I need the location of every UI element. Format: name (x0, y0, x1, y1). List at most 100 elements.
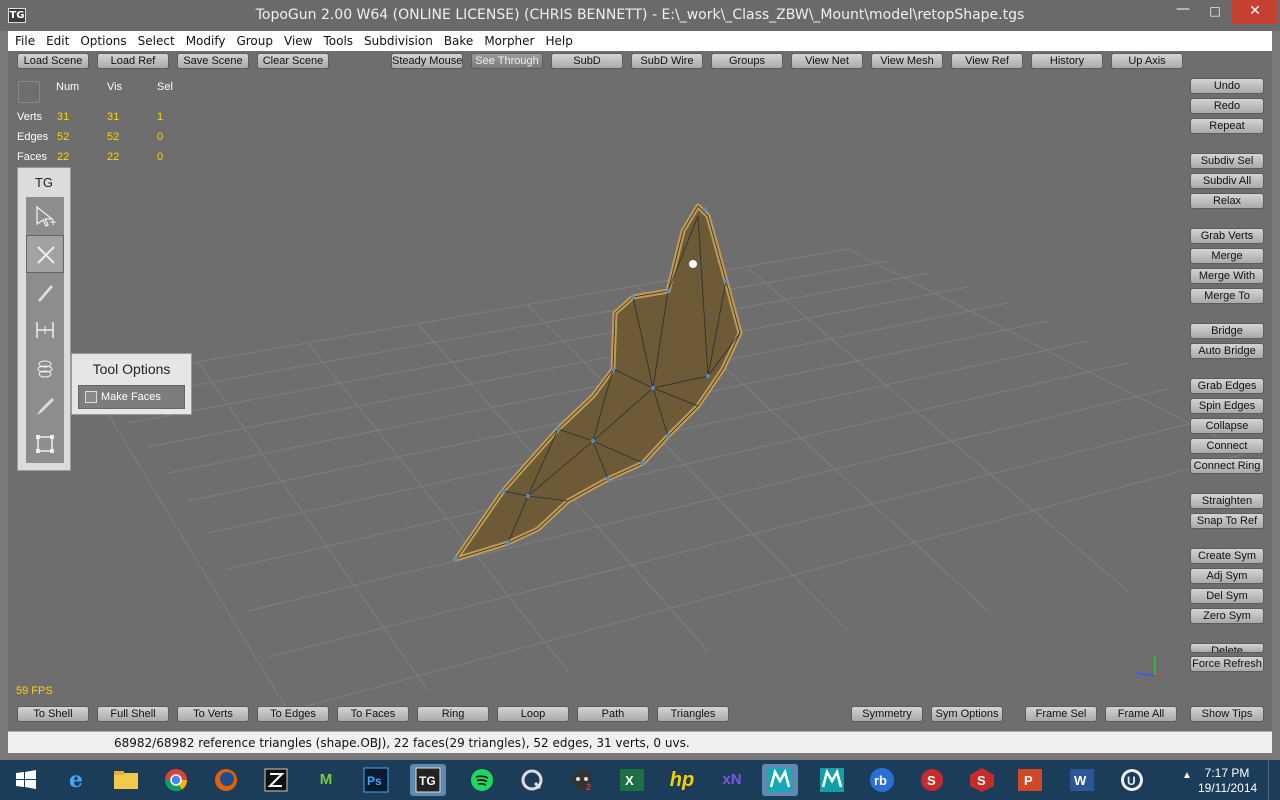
menu-bake[interactable]: Bake (444, 34, 474, 48)
ring-button[interactable]: Ring (417, 706, 489, 722)
merge-with-button[interactable]: Merge With (1190, 268, 1264, 284)
grab-verts-button[interactable]: Grab Verts (1190, 228, 1264, 244)
menu-tools[interactable]: Tools (323, 34, 353, 48)
history-button[interactable]: History (1031, 53, 1103, 69)
connect-button[interactable]: Connect (1190, 438, 1264, 454)
menu-group[interactable]: Group (236, 34, 273, 48)
clear-scene-button[interactable]: Clear Scene (257, 53, 329, 69)
symmetry-button[interactable]: Symmetry (851, 706, 923, 722)
grab-edges-button[interactable]: Grab Edges (1190, 378, 1264, 394)
auto-bridge-button[interactable]: Auto Bridge (1190, 343, 1264, 359)
file-explorer-icon[interactable] (108, 764, 144, 796)
redo-button[interactable]: Redo (1190, 98, 1264, 114)
viewport-3d[interactable]: Load Scene Load Ref Save Scene Clear Sce… (8, 51, 1272, 731)
relax-button[interactable]: Relax (1190, 193, 1264, 209)
chrome-icon[interactable] (158, 764, 194, 796)
app-mask-icon[interactable]: 2 (564, 764, 600, 796)
menu-subdivision[interactable]: Subdivision (364, 34, 433, 48)
undo-button[interactable]: Undo (1190, 78, 1264, 94)
menu-morpher[interactable]: Morpher (484, 34, 534, 48)
force-refresh-button[interactable]: Force Refresh (1190, 656, 1264, 672)
make-faces-checkbox[interactable]: Make Faces (78, 385, 185, 409)
spin-edges-button[interactable]: Spin Edges (1190, 398, 1264, 414)
straighten-button[interactable]: Straighten (1190, 493, 1264, 509)
load-scene-button[interactable]: Load Scene (17, 53, 89, 69)
create-sym-button[interactable]: Create Sym (1190, 548, 1264, 564)
see-through-button[interactable]: See Through (471, 53, 543, 69)
up-axis-button[interactable]: Up Axis (1111, 53, 1183, 69)
merge-to-button[interactable]: Merge To (1190, 288, 1264, 304)
loop-button[interactable]: Loop (497, 706, 569, 722)
menu-file[interactable]: File (15, 34, 35, 48)
close-icon[interactable]: ✕ (1232, 0, 1278, 24)
view-mesh-button[interactable]: View Mesh (871, 53, 943, 69)
zbrush-icon[interactable] (258, 764, 294, 796)
bridge-tool-icon[interactable] (26, 311, 64, 349)
steady-mouse-button[interactable]: Steady Mouse (391, 53, 463, 69)
firefox-icon[interactable] (208, 764, 244, 796)
windows-start-icon[interactable] (8, 764, 44, 796)
show-tips-button[interactable]: Show Tips (1190, 706, 1264, 722)
menu-help[interactable]: Help (545, 34, 572, 48)
to-edges-button[interactable]: To Edges (257, 706, 329, 722)
subdiv-sel-button[interactable]: Subdiv Sel (1190, 153, 1264, 169)
rb-app-icon[interactable]: rb (864, 764, 900, 796)
maximize-icon[interactable]: □ (1200, 0, 1230, 24)
menu-modify[interactable]: Modify (186, 34, 226, 48)
connect-ring-button[interactable]: Connect Ring (1190, 458, 1264, 474)
topogun-icon[interactable]: TG (410, 764, 446, 796)
repeat-button[interactable]: Repeat (1190, 118, 1264, 134)
subd-button[interactable]: SubD (551, 53, 623, 69)
menu-options[interactable]: Options (80, 34, 126, 48)
maya-lt-icon[interactable] (762, 764, 798, 796)
xnormal-icon[interactable]: xN (714, 764, 750, 796)
powerpoint-icon[interactable]: P (1012, 764, 1048, 796)
menu-view[interactable]: View (284, 34, 312, 48)
tweak-tool-icon[interactable] (26, 425, 64, 463)
frame-all-button[interactable]: Frame All (1105, 706, 1177, 722)
delete-button[interactable]: Delete (1190, 643, 1264, 653)
viewport-scene[interactable] (8, 51, 1272, 731)
save-scene-button[interactable]: Save Scene (177, 53, 249, 69)
brush-tool-icon[interactable] (26, 387, 64, 425)
retopo-mesh[interactable] (453, 203, 743, 562)
unreal-engine-icon[interactable]: U (1114, 764, 1150, 796)
substance-painter-icon[interactable]: S (964, 764, 1000, 796)
checkbox-icon[interactable] (85, 391, 97, 403)
select-tool-icon[interactable] (26, 197, 64, 235)
to-verts-button[interactable]: To Verts (177, 706, 249, 722)
frame-sel-button[interactable]: Frame Sel (1025, 706, 1097, 722)
word-icon[interactable]: W (1064, 764, 1100, 796)
collapse-button[interactable]: Collapse (1190, 418, 1264, 434)
minimize-icon[interactable]: — (1168, 0, 1198, 24)
path-button[interactable]: Path (577, 706, 649, 722)
subdiv-all-button[interactable]: Subdiv All (1190, 173, 1264, 189)
zero-sym-button[interactable]: Zero Sym (1190, 608, 1264, 624)
merge-button[interactable]: Merge (1190, 248, 1264, 264)
show-desktop-button[interactable] (1268, 760, 1280, 800)
full-shell-button[interactable]: Full Shell (97, 706, 169, 722)
menu-select[interactable]: Select (138, 34, 175, 48)
cut-tool-icon[interactable] (26, 235, 64, 273)
spiral-tool-icon[interactable] (26, 349, 64, 387)
snap-to-ref-button[interactable]: Snap To Ref (1190, 513, 1264, 529)
taskbar-clock[interactable]: 7:17 PM 19/11/2014 (1198, 766, 1257, 796)
quicktime-icon[interactable] (514, 764, 550, 796)
sym-options-button[interactable]: Sym Options (931, 706, 1003, 722)
load-ref-button[interactable]: Load Ref (97, 53, 169, 69)
subd-wire-button[interactable]: SubD Wire (631, 53, 703, 69)
draw-tool-icon[interactable] (26, 273, 64, 311)
hp-icon[interactable]: hp (664, 764, 700, 796)
substance-designer-icon[interactable]: S (914, 764, 950, 796)
to-faces-button[interactable]: To Faces (337, 706, 409, 722)
spotify-icon[interactable] (464, 764, 500, 796)
to-shell-button[interactable]: To Shell (17, 706, 89, 722)
groups-button[interactable]: Groups (711, 53, 783, 69)
maya-icon[interactable] (814, 764, 850, 796)
del-sym-button[interactable]: Del Sym (1190, 588, 1264, 604)
view-net-button[interactable]: View Net (791, 53, 863, 69)
internet-explorer-icon[interactable]: e (58, 764, 94, 796)
menu-edit[interactable]: Edit (46, 34, 69, 48)
tray-arrow-icon[interactable]: ▲ (1182, 770, 1192, 781)
bridge-button[interactable]: Bridge (1190, 323, 1264, 339)
